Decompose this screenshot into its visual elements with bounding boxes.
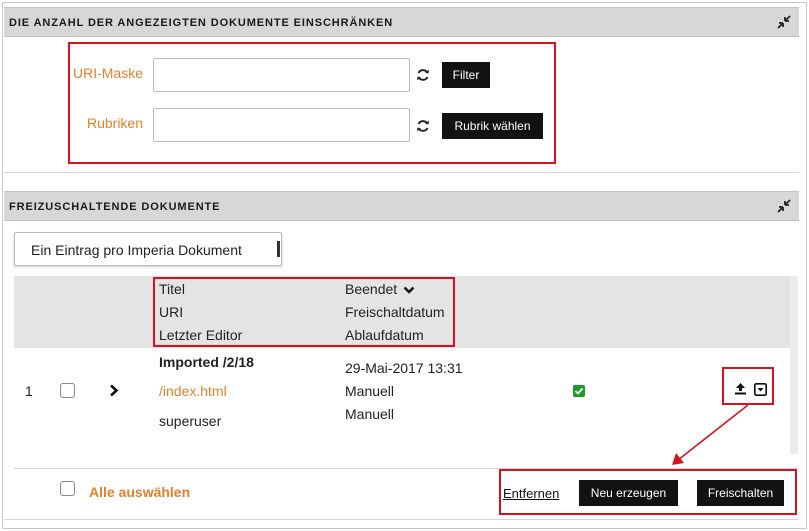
filter-button[interactable]: Filter [442, 62, 490, 88]
view-mode-selected: Ein Eintrag pro Imperia Dokument [31, 242, 242, 258]
view-mode-select[interactable]: Ein Eintrag pro Imperia Dokument [14, 232, 282, 266]
column-header-freischaltdatum[interactable]: Freischaltdatum [345, 304, 445, 320]
uri-mask-input[interactable] [153, 58, 410, 92]
remove-link[interactable]: Entfernen [503, 486, 559, 501]
collapse-icon[interactable] [777, 15, 791, 29]
row-publish-date: Manuell [345, 383, 395, 399]
select-all-label[interactable]: Alle auswählen [89, 484, 190, 500]
upload-icon[interactable] [734, 382, 747, 395]
publish-button[interactable]: Freischalten [697, 480, 784, 506]
rubrik-select-button[interactable]: Rubrik wählen [442, 113, 543, 139]
scrollbar[interactable] [790, 276, 798, 454]
row-editor: superuser [159, 413, 222, 429]
collapse-icon[interactable] [777, 199, 791, 213]
dropdown-menu-icon[interactable] [754, 383, 767, 396]
dropdown-handle [277, 241, 280, 257]
documents-section-title: FREIZUSCHALTENDE DOKUMENTE [9, 201, 221, 213]
column-header-uri[interactable]: URI [159, 304, 183, 320]
column-header-beendet[interactable]: Beendet [345, 281, 397, 297]
filter-section-title: DIE ANZAHL DER ANGEZEIGTEN DOKUMENTE EIN… [9, 17, 394, 29]
annotation-arrow [672, 404, 749, 465]
uri-mask-label: URI-Maske [72, 65, 143, 81]
row-checkbox[interactable] [60, 383, 75, 398]
sort-down-icon[interactable] [403, 285, 415, 295]
select-all-checkbox[interactable] [60, 481, 75, 496]
row-finished-date: 29-Mai-2017 13:31 [345, 360, 463, 376]
refresh-icon[interactable] [416, 119, 430, 133]
row-uri-link[interactable]: /index.html [159, 383, 227, 399]
column-header-letzter-editor[interactable]: Letzter Editor [159, 327, 242, 343]
create-new-button[interactable]: Neu erzeugen [579, 480, 678, 506]
bottom-divider [4, 519, 799, 520]
panel-divider [4, 172, 799, 173]
refresh-icon[interactable] [416, 68, 430, 82]
check-status-icon [573, 385, 585, 397]
column-header-ablaufdatum[interactable]: Ablaufdatum [345, 327, 424, 343]
rubriken-input[interactable] [153, 108, 410, 142]
row-title: Imported /2/18 [159, 354, 254, 370]
filter-section-header[interactable]: DIE ANZAHL DER ANGEZEIGTEN DOKUMENTE EIN… [4, 7, 799, 37]
row-expiry-date: Manuell [345, 406, 395, 422]
chevron-right-icon[interactable] [109, 384, 119, 397]
column-header-titel[interactable]: Titel [159, 281, 185, 297]
documents-section-header[interactable]: FREIZUSCHALTENDE DOKUMENTE [4, 191, 799, 221]
row-number: 1 [25, 383, 33, 399]
rubriken-label: Rubriken [86, 115, 143, 131]
